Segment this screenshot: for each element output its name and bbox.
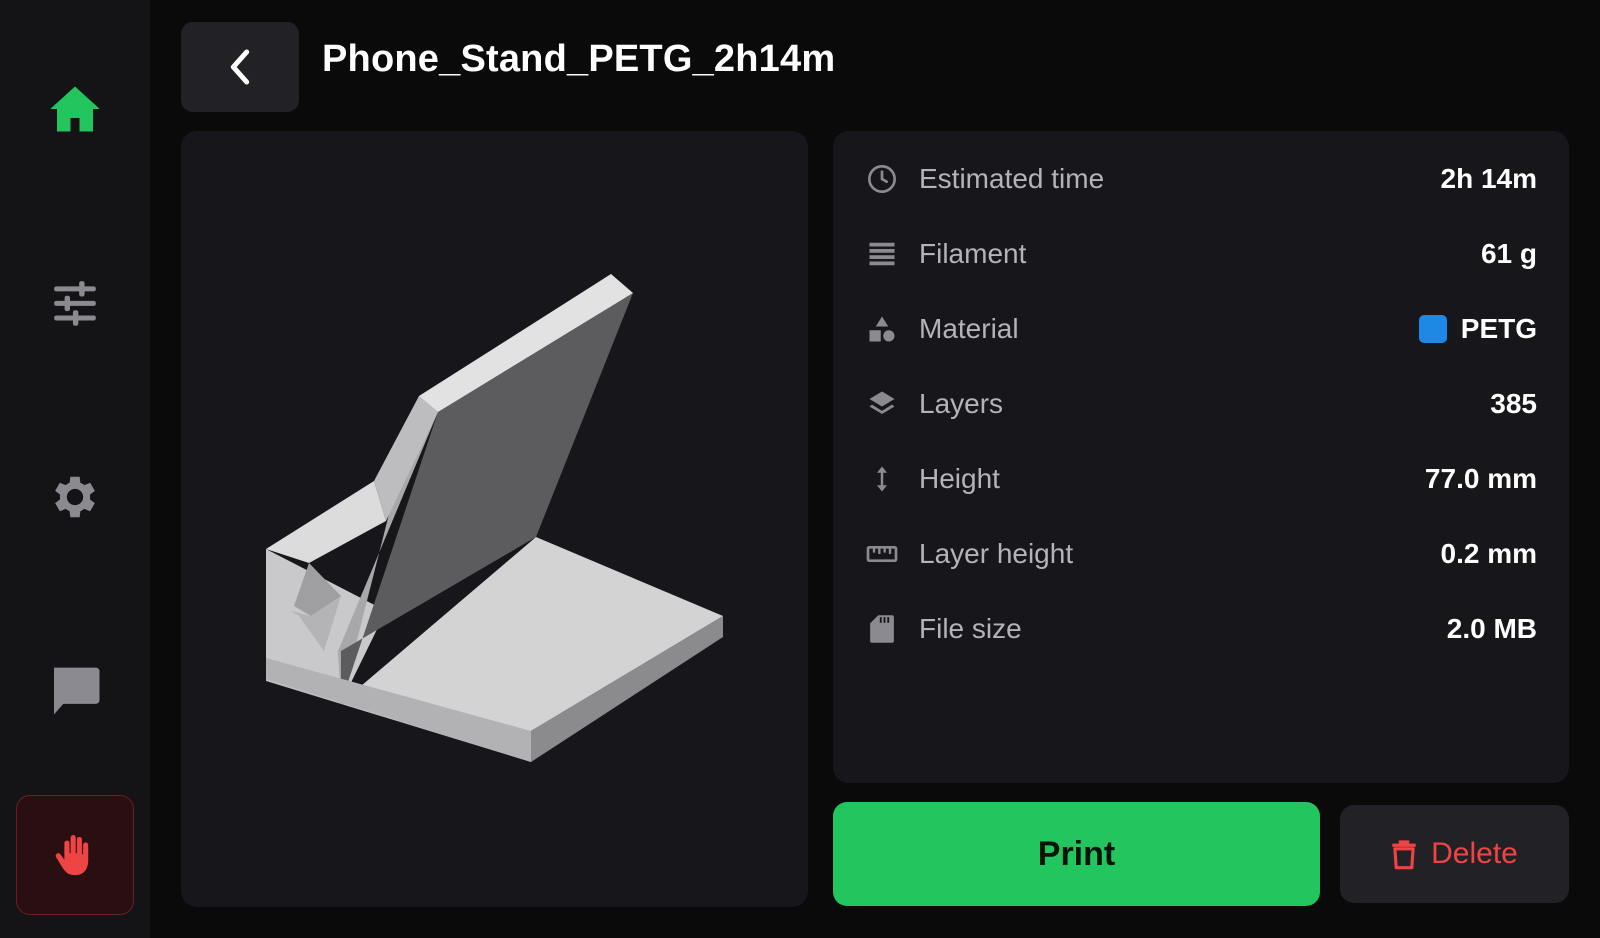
info-value: 2h 14m — [1440, 162, 1538, 194]
sidebar-item-tune[interactable] — [16, 244, 134, 362]
material-name: PETG — [1460, 312, 1537, 344]
info-label: Estimated time — [919, 162, 1105, 194]
trash-icon — [1392, 840, 1416, 870]
sidebar-item-home[interactable] — [16, 50, 134, 168]
info-value: 0.2 mm — [1440, 537, 1538, 569]
info-row-estimated-time: Estimated time 2h 14m — [833, 141, 1569, 216]
print-button[interactable]: Print — [833, 802, 1320, 906]
info-label: Height — [919, 462, 1000, 494]
info-row-filament: Filament 61 g — [833, 216, 1569, 291]
info-value: 385 — [1490, 387, 1537, 419]
height-icon — [865, 462, 899, 496]
info-value: 61 g — [1480, 237, 1537, 269]
chat-icon — [54, 667, 100, 715]
info-row-material: Material PETG — [833, 291, 1569, 366]
page-title: Phone_Stand_PETG_2h14m — [322, 38, 836, 80]
delete-button-label: Delete — [1431, 837, 1518, 870]
filament-icon — [865, 237, 899, 271]
chevron-left-icon — [230, 49, 250, 85]
info-value: 77.0 mm — [1424, 462, 1537, 494]
info-label: File size — [919, 612, 1022, 644]
sliders-icon — [54, 281, 96, 326]
info-label: Layers — [919, 387, 1004, 419]
info-row-height: Height 77.0 mm — [833, 441, 1569, 516]
home-icon — [50, 86, 100, 132]
info-label: Filament — [919, 237, 1027, 269]
info-value-material: PETG — [1418, 312, 1537, 345]
emergency-stop-button[interactable] — [16, 795, 134, 915]
info-label: Material — [919, 312, 1019, 344]
info-row-layer-height: Layer height 0.2 mm — [833, 516, 1569, 591]
info-row-file-size: File size 2.0 MB — [833, 591, 1569, 666]
shapes-icon — [865, 312, 899, 346]
sidebar — [0, 0, 150, 938]
info-value: 2.0 MB — [1446, 612, 1537, 644]
print-button-label: Print — [1037, 834, 1116, 873]
delete-button[interactable]: Delete — [1340, 805, 1569, 903]
material-color-swatch — [1418, 314, 1447, 343]
back-button[interactable] — [181, 22, 299, 112]
sidebar-item-settings[interactable] — [16, 438, 134, 556]
file-info-panel: Estimated time 2h 14m Filament 61 g Mate… — [833, 131, 1569, 783]
model-render — [266, 274, 723, 762]
info-row-layers: Layers 385 — [833, 366, 1569, 441]
info-label: Layer height — [919, 537, 1074, 569]
hand-stop-icon — [55, 835, 89, 876]
sd-card-icon — [865, 612, 899, 646]
sidebar-item-console[interactable] — [16, 632, 134, 750]
layers-icon — [865, 387, 899, 421]
clock-icon — [865, 162, 899, 196]
model-preview — [181, 131, 808, 907]
ruler-icon — [865, 537, 899, 571]
gear-icon — [55, 476, 95, 518]
